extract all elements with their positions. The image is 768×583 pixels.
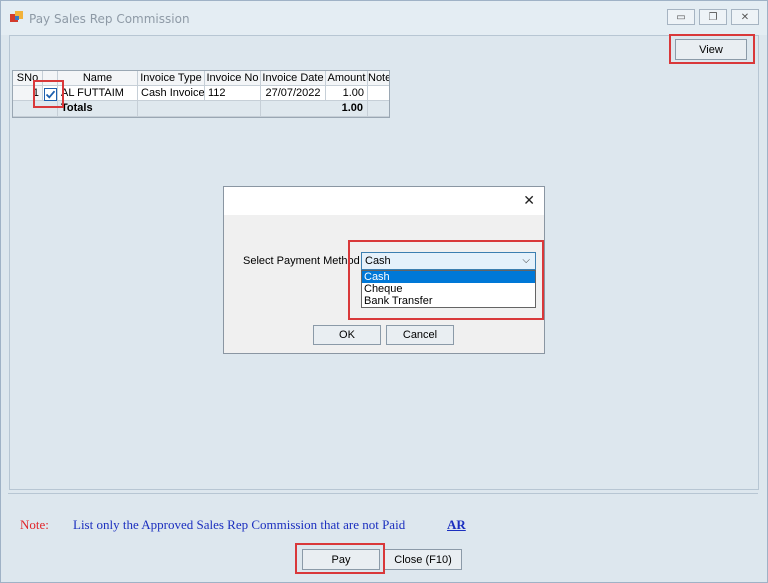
row-select-checkbox[interactable] bbox=[44, 88, 57, 101]
close-icon: ✕ bbox=[740, 11, 750, 23]
cell-notes[interactable] bbox=[368, 86, 389, 101]
close-window-button[interactable]: ✕ bbox=[731, 9, 759, 25]
bottom-panel bbox=[8, 493, 758, 575]
column-header-invoice-no[interactable]: Invoice No bbox=[205, 71, 261, 86]
chevron-down-icon[interactable]: ⌵ bbox=[522, 253, 530, 269]
cell-name[interactable]: AL FUTTAIM bbox=[58, 86, 138, 101]
ok-button[interactable]: OK bbox=[313, 325, 381, 345]
totals-row-header bbox=[13, 101, 58, 117]
payment-method-value: Cash bbox=[365, 255, 391, 267]
cell-amount[interactable]: 1.00 bbox=[326, 86, 368, 101]
app-icon bbox=[10, 11, 23, 22]
view-button[interactable]: View bbox=[675, 39, 747, 60]
cell-sno: 1 bbox=[13, 86, 43, 101]
payment-method-label: Select Payment Method bbox=[243, 255, 360, 267]
column-header-name[interactable]: Name bbox=[58, 71, 138, 86]
totals-notes bbox=[368, 101, 389, 117]
column-header-notes[interactable]: Notes bbox=[368, 71, 389, 86]
title-bar: Pay Sales Rep Commission ▭ ❐ ✕ bbox=[1, 1, 767, 35]
totals-label: Totals bbox=[58, 101, 138, 117]
commission-grid: SNo Name Invoice Type Invoice No Invoice… bbox=[12, 70, 390, 118]
window-title: Pay Sales Rep Commission bbox=[29, 12, 190, 26]
restore-button[interactable]: ❐ bbox=[699, 9, 727, 25]
minimize-icon: ▭ bbox=[676, 11, 686, 23]
note-label: Note: bbox=[20, 517, 49, 532]
cell-invoice-date[interactable]: 27/07/2022 bbox=[261, 86, 326, 101]
totals-blank bbox=[138, 101, 261, 117]
note-text: List only the Approved Sales Rep Commiss… bbox=[73, 517, 406, 532]
pay-button[interactable]: Pay bbox=[302, 549, 380, 570]
cell-invoice-no[interactable]: 112 bbox=[205, 86, 261, 101]
dialog-title-bar: ✕ bbox=[224, 187, 544, 215]
close-button[interactable]: Close (F10) bbox=[384, 549, 462, 570]
column-header-invoice-date[interactable]: Invoice Date bbox=[261, 71, 326, 86]
ar-link[interactable]: AR bbox=[447, 517, 466, 533]
minimize-button[interactable]: ▭ bbox=[667, 9, 695, 25]
column-header-invoice-type[interactable]: Invoice Type bbox=[138, 71, 205, 86]
cancel-button[interactable]: Cancel bbox=[386, 325, 454, 345]
payment-method-select[interactable]: Cash ⌵ bbox=[361, 252, 536, 270]
restore-icon: ❐ bbox=[708, 11, 718, 23]
option-cheque[interactable]: Cheque bbox=[362, 283, 535, 295]
column-header-select[interactable] bbox=[43, 71, 58, 86]
column-header-amount[interactable]: Amount bbox=[326, 71, 368, 86]
option-bank-transfer[interactable]: Bank Transfer bbox=[362, 295, 535, 307]
payment-method-dropdown: Cash Cheque Bank Transfer bbox=[361, 270, 536, 308]
check-icon bbox=[45, 90, 56, 99]
cell-invoice-type[interactable]: Cash Invoice bbox=[138, 86, 205, 101]
option-cash[interactable]: Cash bbox=[362, 271, 535, 283]
dialog-close-icon[interactable]: ✕ bbox=[523, 193, 535, 209]
column-header-sno[interactable]: SNo bbox=[13, 71, 43, 86]
totals-amount: 1.00 bbox=[261, 101, 368, 117]
